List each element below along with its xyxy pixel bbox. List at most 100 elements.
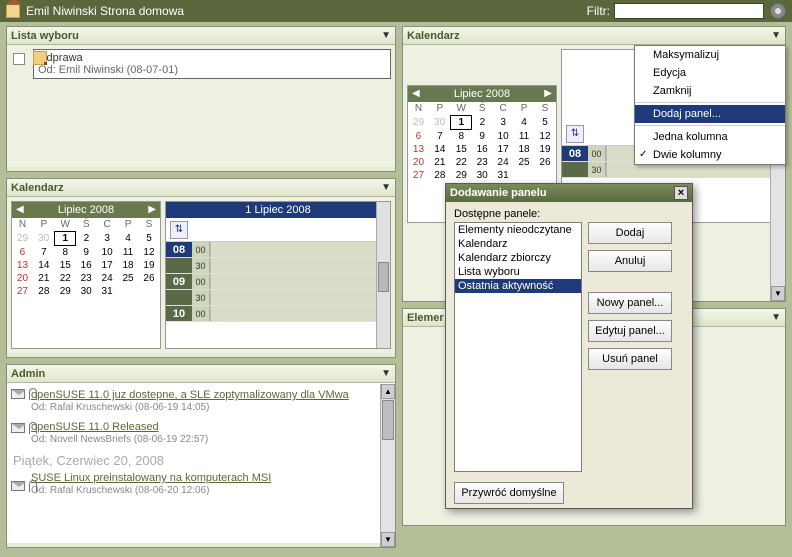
menu-item[interactable]: Zamknij [635,82,785,100]
calendar-day[interactable] [534,169,555,182]
scrollbar[interactable]: ▲ ▼ [380,384,395,547]
message-item[interactable]: openSUSE 11.0 ReleasedOd: Novell NewsBri… [31,421,389,445]
delete-panel-button[interactable]: Usuń panel [588,348,672,370]
panels-listbox[interactable]: Elementy nieodczytaneKalendarzKalendarz … [454,222,582,472]
time-row[interactable]: 30 [166,290,390,306]
calendar-day[interactable]: 5 [534,116,555,130]
calendar-day[interactable]: 18 [118,259,139,272]
menu-item[interactable]: Jedna kolumna [635,128,785,146]
time-row[interactable]: 1000 [166,306,390,322]
calendar-day[interactable]: 27 [12,285,33,298]
list-option[interactable]: Elementy nieodczytane [455,223,581,237]
calendar-day[interactable]: 16 [76,259,97,272]
calendar-day[interactable]: 11 [118,246,139,260]
calendar-day[interactable]: 15 [55,259,76,272]
calendar-day[interactable]: 14 [33,259,55,272]
calendar-day[interactable]: 26 [138,272,159,285]
panel-menu-icon[interactable]: ▼ [771,312,781,323]
calendar-day[interactable]: 23 [472,156,493,169]
calendar-day[interactable]: 26 [534,156,555,169]
filter-input[interactable] [614,3,764,19]
calendar-day[interactable]: 4 [118,232,139,246]
calendar-day[interactable]: 20 [408,156,429,169]
calendar-day[interactable]: 15 [451,143,472,156]
calendar-day[interactable]: 9 [472,130,493,144]
scroll-down-icon[interactable]: ▼ [771,286,785,301]
calendar-day[interactable]: 31 [97,285,118,298]
calendar-day[interactable]: 7 [33,246,55,260]
edit-icon[interactable] [33,51,47,65]
calendar-day[interactable]: 10 [493,130,514,144]
next-month-icon[interactable]: ▶ [544,88,552,99]
calendar-day[interactable]: 6 [12,246,33,260]
calendar-day[interactable]: 13 [408,143,429,156]
edit-panel-button[interactable]: Edytuj panel... [588,320,672,342]
calendar-day[interactable]: 20 [12,272,33,285]
calendar-day[interactable]: 13 [12,259,33,272]
panel-menu-icon[interactable]: ▼ [381,368,391,379]
calendar-day[interactable]: 21 [429,156,451,169]
sync-icon[interactable]: ⇅ [170,221,188,239]
time-row[interactable]: 0800 [166,242,390,258]
gear-icon[interactable] [770,3,786,19]
menu-item[interactable]: Maksymalizuj [635,46,785,64]
home-icon[interactable] [6,4,20,18]
calendar-day[interactable]: 29 [55,285,76,298]
list-option[interactable]: Kalendarz [455,237,581,251]
calendar-day[interactable]: 30 [76,285,97,298]
calendar-day[interactable]: 31 [493,169,514,182]
menu-item[interactable]: Dodaj panel... [635,105,785,123]
prev-month-icon[interactable]: ◀ [16,204,24,215]
calendar-day[interactable]: 1 [55,232,76,246]
list-item[interactable]: Odprawa Od: Emil Niwinski (08-07-01) [33,49,391,79]
mini-calendar[interactable]: ◀ Lipiec 2008 ▶ NPWŚCPS29301234567891011… [11,201,161,349]
menu-item[interactable]: Edycja [635,64,785,82]
calendar-day[interactable]: 30 [429,116,451,130]
calendar-day[interactable]: 23 [76,272,97,285]
calendar-day[interactable]: 25 [118,272,139,285]
calendar-day[interactable]: 29 [408,116,429,130]
calendar-day[interactable]: 29 [451,169,472,182]
calendar-day[interactable]: 4 [514,116,535,130]
new-panel-button[interactable]: Nowy panel... [588,292,672,314]
calendar-day[interactable]: 24 [493,156,514,169]
calendar-day[interactable]: 9 [76,246,97,260]
calendar-day[interactable]: 21 [33,272,55,285]
calendar-day[interactable]: 30 [33,232,55,246]
calendar-day[interactable]: 28 [429,169,451,182]
calendar-day[interactable] [118,285,139,298]
calendar-day[interactable] [138,285,159,298]
calendar-day[interactable]: 7 [429,130,451,144]
calendar-day[interactable]: 25 [514,156,535,169]
calendar-day[interactable]: 22 [451,156,472,169]
calendar-day[interactable]: 22 [55,272,76,285]
calendar-day[interactable]: 16 [472,143,493,156]
next-month-icon[interactable]: ▶ [148,204,156,215]
calendar-day[interactable]: 12 [138,246,159,260]
calendar-day[interactable]: 3 [493,116,514,130]
calendar-day[interactable]: 8 [451,130,472,144]
panel-menu-icon[interactable]: ▼ [381,182,391,193]
calendar-day[interactable]: 2 [472,116,493,130]
calendar-day[interactable]: 18 [514,143,535,156]
message-item[interactable]: openSUSE 11.0 juz dostepne, a SLE zoptym… [31,389,389,413]
calendar-day[interactable]: 17 [97,259,118,272]
calendar-day[interactable]: 10 [97,246,118,260]
calendar-day[interactable] [514,169,535,182]
calendar-day[interactable]: 14 [429,143,451,156]
add-button[interactable]: Dodaj [588,222,672,244]
list-option[interactable]: Ostatnia aktywność [455,279,581,293]
calendar-day[interactable]: 5 [138,232,159,246]
calendar-day[interactable]: 28 [33,285,55,298]
close-icon[interactable]: × [674,186,688,200]
calendar-day[interactable]: 19 [534,143,555,156]
prev-month-icon[interactable]: ◀ [412,88,420,99]
calendar-day[interactable]: 19 [138,259,159,272]
calendar-day[interactable]: 3 [97,232,118,246]
restore-defaults-button[interactable]: Przywróć domyślne [454,482,564,504]
cancel-button[interactable]: Anuluj [588,250,672,272]
calendar-day[interactable]: 30 [472,169,493,182]
calendar-day[interactable]: 2 [76,232,97,246]
panel-menu-icon[interactable]: ▼ [381,30,391,41]
calendar-day[interactable]: 11 [514,130,535,144]
